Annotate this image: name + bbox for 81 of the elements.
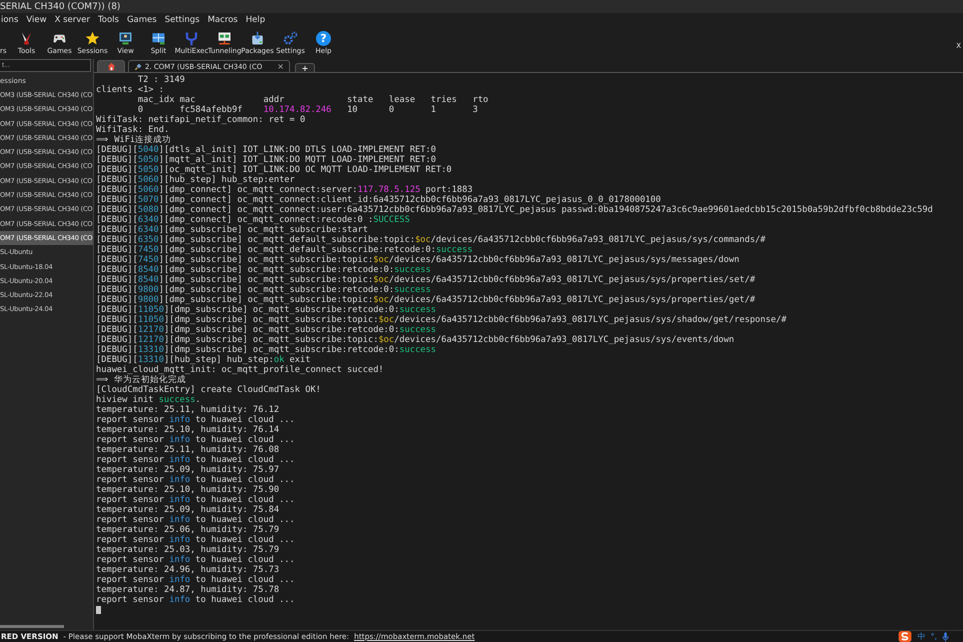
microphone-icon[interactable] <box>942 632 949 642</box>
menu-item[interactable]: View <box>26 15 47 25</box>
terminal-line: [DEBUG][5080][dmp_connect] oc_mqtt_connect:user:6a435712cbb0cf6bb96a7a93_0817LYC_pejasus passwd:0ba1940875247a3c6c9ae99601aedcbb15c2015b0a59b2dfbf0cb8bdde23c59d <box>96 205 934 215</box>
terminal-line: report sensor info to huawei cloud ... <box>96 455 296 465</box>
terminal-line: report sensor info to huawei cloud ... <box>96 515 296 525</box>
terminal-line: temperature: 25.10, humidity: 76.14 <box>96 425 280 435</box>
terminal-line: [DEBUG][7450][dmp_subscribe] oc_mqtt_subscribe:topic:$oc/devices/6a435712cbb0cf6bb96a7a93_0817LYC_pejasus/sys/messages/down <box>96 255 740 265</box>
terminal-line: ⟹ WiFi连接成功 <box>96 135 172 145</box>
terminal-line: [DEBUG][13310][dmp_subscribe] oc_mqtt_subscribe:retcode:0:success <box>96 345 437 355</box>
menu-item[interactable]: Settings <box>164 15 200 25</box>
terminal-line: [DEBUG][11050][dmp_subscribe] oc_mqtt_subscribe:topic:$oc/devices/6a435712cbb0cf6bb96a7a93_0817LYC_pejasus/sys/shadow/get/response/# <box>96 315 788 325</box>
terminal-line: temperature: 24.96, humidity: 75.73 <box>96 565 280 575</box>
plug-icon <box>134 62 142 70</box>
terminal-line: [DEBUG][13310][hub_step] hub_step:ok exit <box>96 355 310 365</box>
terminal-line: 0 fc584afebb9f 10.174.82.246 10 0 1 3 <box>136 105 479 115</box>
terminal-line: [DEBUG][12170][dmp_subscribe] oc_mqtt_subscribe:topic:$oc/devices/6a435712cbb0cf6bb96a7a93_0817LYC_pejasus/sys/events/down <box>96 335 736 345</box>
terminal-line: [DEBUG][6340][dmp_subscribe] oc_mqtt_subscribe:start <box>96 225 369 235</box>
terminal-line: temperature: 25.11, humidity: 76.12 <box>96 405 280 415</box>
new-tab-button[interactable]: + <box>295 63 315 72</box>
menu-item[interactable]: Tools <box>98 15 119 25</box>
gear-icon <box>283 31 298 46</box>
terminal-line: [CloudCmdTaskEntry] create CloudCmdTask OK! <box>96 385 322 395</box>
terminal-line: [DEBUG][5070][dmp_connect] oc_mqtt_connect:client_id:6a435712cbb0cf6bb96a7a93_0817LYC_pejasus_0_0_0178000100 <box>96 195 662 205</box>
terminal-line: temperature: 24.87, humidity: 75.78 <box>96 585 280 595</box>
terminal-line: [DEBUG][6350][dmp_subscribe] oc_mqtt_default_subscribe:topic:$oc/devices/6a435712cbb0cf6bb96a7a93_0817LYC_pejasus/sys/commands/# <box>96 235 767 245</box>
star-icon <box>85 31 100 46</box>
text-cursor <box>96 606 101 614</box>
terminal-line: [DEBUG][5040][dtls_al_init] IOT_LINK:DO DTLS LOAD-IMPLEMENT RET:0 <box>96 145 437 155</box>
terminal-line: [DEBUG][5060][hub_step] hub_step:enter <box>96 175 296 185</box>
terminal-line: report sensor info to huawei cloud ... <box>96 535 296 545</box>
terminal-line: hiview init success. <box>96 395 202 405</box>
terminal-line: temperature: 25.09, humidity: 75.84 <box>96 505 280 515</box>
close-icon[interactable]: × <box>277 62 284 71</box>
terminal-line: huawei_cloud_mqtt_init: oc_mqtt_profile_connect succed! <box>96 365 385 375</box>
terminal-line: temperature: 25.06, humidity: 75.79 <box>96 525 280 535</box>
terminal-line: report sensor info to huawei cloud ... <box>96 595 296 605</box>
network-icon <box>217 31 232 46</box>
terminal-line: [DEBUG][8540][dmp_subscribe] oc_mqtt_subscribe:retcode:0:success <box>96 265 431 275</box>
terminal-line: temperature: 25.09, humidity: 75.97 <box>96 465 280 475</box>
terminal-line: report sensor info to huawei cloud ... <box>96 555 296 565</box>
terminal-line: clients <1> : <box>96 85 165 95</box>
package-icon <box>250 31 265 46</box>
menu-item[interactable]: Macros <box>208 15 238 25</box>
terminal-line: temperature: 25.10, humidity: 75.90 <box>96 485 280 495</box>
fork-icon <box>184 31 199 46</box>
terminal-line: report sensor info to huawei cloud ... <box>96 475 296 485</box>
terminal-line: [DEBUG][7450][dmp_subscribe] oc_mqtt_default_subscribe:retcode:0:success <box>96 245 473 255</box>
tray-text[interactable]: 中 <box>917 631 926 642</box>
scrollbar[interactable] <box>0 625 64 628</box>
split-icon <box>151 31 166 46</box>
terminal-line: [DEBUG][8540][dmp_subscribe] oc_mqtt_subscribe:topic:$oc/devices/6a435712cbb0cf6bb96a7a93_0817LYC_pejasus/sys/properties/set/# <box>96 275 756 285</box>
terminal-line: [DEBUG][9800][dmp_subscribe] oc_mqtt_subscribe:retcode:0:success <box>96 285 431 295</box>
menu-item[interactable]: Games <box>126 15 157 25</box>
terminal-line: [DEBUG][9800][dmp_subscribe] oc_mqtt_subscribe:topic:$oc/devices/6a435712cbb0cf6bb96a7a93_0817LYC_pejasus/sys/properties/get/# <box>96 295 756 305</box>
terminal-line: [DEBUG][5050][oc_mqtt_init] IOT_LINK:DO OC MQTT LOAD-IMPLEMENT RET:0 <box>96 165 453 175</box>
help-icon: ? <box>316 31 331 46</box>
terminal-line: [DEBUG][5060][dmp_connect] oc_mqtt_connect:server:117.78.5.125 port:1883 <box>96 185 474 195</box>
terminal-line: [DEBUG][12170][dmp_subscribe] oc_mqtt_subscribe:retcode:0:success <box>96 325 436 335</box>
menu-item[interactable]: Help <box>246 15 266 25</box>
window-title: SERIAL CH340 (COM7)) (8) <box>0 2 120 12</box>
terminal-line: temperature: 25.03, humidity: 75.79 <box>96 545 280 555</box>
menu-item[interactable]: X server <box>54 15 90 25</box>
terminal-line: report sensor info to huawei cloud ... <box>96 495 296 505</box>
input-method-icon[interactable] <box>898 631 912 642</box>
terminal-line: [DEBUG][5050][mqtt_al_init] IOT_LINK:DO MQTT LOAD-IMPLEMENT RET:0 <box>96 155 437 165</box>
terminal-line: ⟹ 华为云初始化完成 <box>96 375 188 385</box>
terminal-line: [DEBUG][6340][dmp_connect] oc_mqtt_connect:recode:0 :SUCCESS <box>96 215 410 225</box>
terminal-line: temperature: 25.11, humidity: 76.08 <box>96 445 280 455</box>
terminal-line: report sensor info to huawei cloud ... <box>96 415 296 425</box>
tray-text[interactable]: °, <box>930 632 937 641</box>
terminal-line: [DEBUG][11050][dmp_subscribe] oc_mqtt_subscribe:retcode:0:success <box>96 305 436 315</box>
terminal-line: T2 : 3149 <box>136 75 186 85</box>
terminal-line: report sensor info to huawei cloud ... <box>96 435 296 445</box>
menu-item[interactable]: ions <box>1 15 18 25</box>
terminal-line: WifiTask: netifapi_netif_common: ret = 0 <box>96 115 306 125</box>
terminal-line: mac_idx mac addr state lease tries rto <box>136 95 490 105</box>
house-icon <box>106 62 116 71</box>
terminal-line: report sensor info to huawei cloud ... <box>96 575 296 585</box>
terminal-line: WifiTask: End. <box>96 125 170 135</box>
home-tab[interactable] <box>97 60 125 72</box>
monitor-icon <box>118 31 133 46</box>
